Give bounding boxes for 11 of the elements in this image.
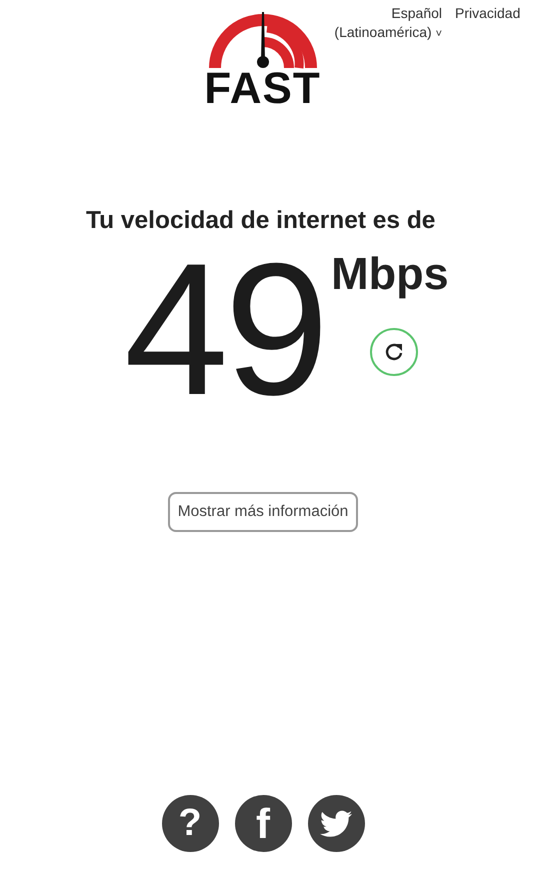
more-info-button[interactable]: Mostrar más información — [168, 492, 358, 532]
help-button[interactable]: ? — [162, 795, 218, 852]
privacy-link[interactable]: Privacidad — [455, 4, 520, 23]
speed-value: 49 — [124, 244, 326, 414]
logo-wordmark[interactable]: FAST — [204, 70, 321, 108]
language-selector[interactable]: Español (Latinoamérica) ˅ — [326, 4, 442, 44]
facebook-button[interactable]: f — [234, 795, 292, 852]
speed-unit: Mbps — [331, 248, 449, 300]
speed-heading: Tu velocidad de internet es de — [86, 206, 436, 236]
refresh-button[interactable] — [370, 328, 418, 376]
bird-icon — [320, 810, 352, 838]
